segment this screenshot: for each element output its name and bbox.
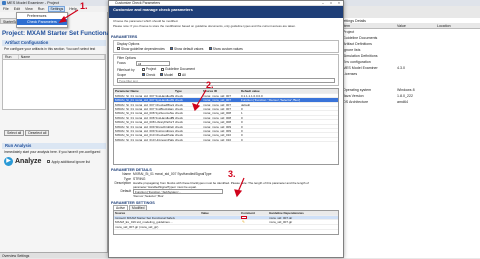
annotation-overlay <box>58 9 245 198</box>
arrow-3-head <box>234 189 243 198</box>
marker-1: 1. <box>80 1 88 11</box>
arrow-2-line <box>195 89 207 108</box>
marker-3: 3. <box>228 169 236 179</box>
marker-2: 2. <box>206 80 214 90</box>
arrow-3-line <box>237 177 245 193</box>
arrow-2-head <box>192 103 201 112</box>
